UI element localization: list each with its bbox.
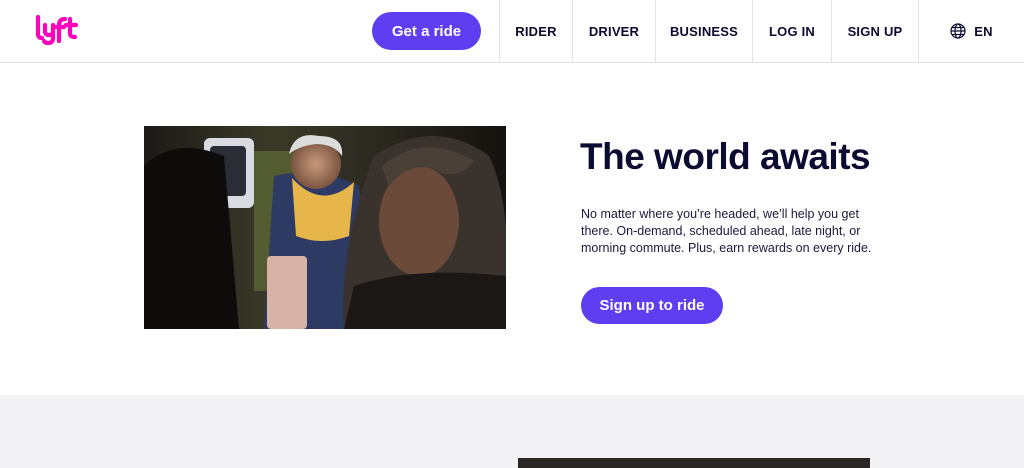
nav-business[interactable]: BUSINESS bbox=[655, 0, 752, 62]
hero-photo bbox=[144, 126, 506, 329]
nav-rider[interactable]: RIDER bbox=[499, 0, 572, 62]
nav-log-in[interactable]: LOG IN bbox=[752, 0, 831, 62]
main-nav: RIDER DRIVER BUSINESS LOG IN SIGN UP EN bbox=[499, 0, 1024, 62]
hero-title: The world awaits bbox=[580, 136, 871, 177]
nav-driver[interactable]: DRIVER bbox=[572, 0, 655, 62]
sign-up-to-ride-button[interactable]: Sign up to ride bbox=[581, 287, 723, 324]
section-photo bbox=[518, 458, 870, 468]
language-selector[interactable]: EN bbox=[918, 0, 1024, 62]
lyft-logo[interactable] bbox=[35, 14, 79, 46]
nav-sign-up[interactable]: SIGN UP bbox=[831, 0, 918, 62]
get-a-ride-button[interactable]: Get a ride bbox=[372, 12, 481, 50]
next-section bbox=[0, 395, 1024, 468]
globe-icon bbox=[950, 23, 966, 39]
language-label: EN bbox=[974, 23, 993, 39]
site-header: Get a ride RIDER DRIVER BUSINESS LOG IN … bbox=[0, 0, 1024, 63]
hero-description: No matter where you’re headed, we’ll hel… bbox=[581, 207, 872, 255]
